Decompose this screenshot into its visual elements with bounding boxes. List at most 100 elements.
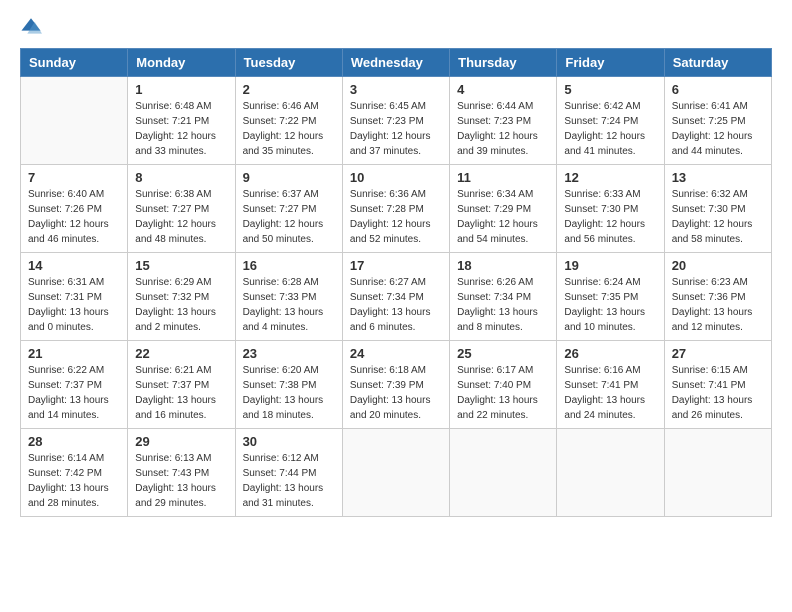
day-number: 19 — [564, 258, 656, 273]
day-number: 4 — [457, 82, 549, 97]
day-number: 5 — [564, 82, 656, 97]
day-number: 16 — [243, 258, 335, 273]
calendar-cell: 17 Sunrise: 6:27 AMSunset: 7:34 PMDayligh… — [342, 253, 449, 341]
day-number: 18 — [457, 258, 549, 273]
calendar-cell: 9 Sunrise: 6:37 AMSunset: 7:27 PMDaylight… — [235, 165, 342, 253]
col-header-thursday: Thursday — [450, 49, 557, 77]
day-info: Sunrise: 6:27 AMSunset: 7:34 PMDaylight:… — [350, 275, 442, 335]
day-info: Sunrise: 6:29 AMSunset: 7:32 PMDaylight:… — [135, 275, 227, 335]
day-info: Sunrise: 6:41 AMSunset: 7:25 PMDaylight:… — [672, 99, 764, 159]
day-info: Sunrise: 6:15 AMSunset: 7:41 PMDaylight:… — [672, 363, 764, 423]
calendar-cell: 2 Sunrise: 6:46 AMSunset: 7:22 PMDaylight… — [235, 77, 342, 165]
day-number: 27 — [672, 346, 764, 361]
day-number: 30 — [243, 434, 335, 449]
day-number: 21 — [28, 346, 120, 361]
day-number: 29 — [135, 434, 227, 449]
day-number: 13 — [672, 170, 764, 185]
day-info: Sunrise: 6:33 AMSunset: 7:30 PMDaylight:… — [564, 187, 656, 247]
day-number: 26 — [564, 346, 656, 361]
calendar-cell: 14 Sunrise: 6:31 AMSunset: 7:31 PMDayligh… — [21, 253, 128, 341]
page: SundayMondayTuesdayWednesdayThursdayFrid… — [0, 0, 792, 527]
day-number: 11 — [457, 170, 549, 185]
day-info: Sunrise: 6:32 AMSunset: 7:30 PMDaylight:… — [672, 187, 764, 247]
calendar-cell: 30 Sunrise: 6:12 AMSunset: 7:44 PMDayligh… — [235, 429, 342, 517]
calendar-cell: 23 Sunrise: 6:20 AMSunset: 7:38 PMDayligh… — [235, 341, 342, 429]
day-number: 22 — [135, 346, 227, 361]
day-info: Sunrise: 6:23 AMSunset: 7:36 PMDaylight:… — [672, 275, 764, 335]
calendar-cell: 15 Sunrise: 6:29 AMSunset: 7:32 PMDayligh… — [128, 253, 235, 341]
calendar-cell: 22 Sunrise: 6:21 AMSunset: 7:37 PMDayligh… — [128, 341, 235, 429]
day-info: Sunrise: 6:34 AMSunset: 7:29 PMDaylight:… — [457, 187, 549, 247]
calendar-cell: 28Sunrise: 6:14 AMSunset: 7:42 PMDayligh… — [21, 429, 128, 517]
calendar-table: SundayMondayTuesdayWednesdayThursdayFrid… — [20, 48, 772, 517]
day-info: Sunrise: 6:45 AMSunset: 7:23 PMDaylight:… — [350, 99, 442, 159]
day-info: Sunrise: 6:12 AMSunset: 7:44 PMDaylight:… — [243, 451, 335, 511]
calendar-cell — [557, 429, 664, 517]
day-info: Sunrise: 6:40 AMSunset: 7:26 PMDaylight:… — [28, 187, 120, 247]
day-info: Sunrise: 6:48 AMSunset: 7:21 PMDaylight:… — [135, 99, 227, 159]
day-number: 25 — [457, 346, 549, 361]
calendar-cell: 3 Sunrise: 6:45 AMSunset: 7:23 PMDaylight… — [342, 77, 449, 165]
day-info: Sunrise: 6:42 AMSunset: 7:24 PMDaylight:… — [564, 99, 656, 159]
day-info: Sunrise: 6:28 AMSunset: 7:33 PMDaylight:… — [243, 275, 335, 335]
day-info: Sunrise: 6:17 AMSunset: 7:40 PMDaylight:… — [457, 363, 549, 423]
day-info: Sunrise: 6:21 AMSunset: 7:37 PMDaylight:… — [135, 363, 227, 423]
day-info: Sunrise: 6:36 AMSunset: 7:28 PMDaylight:… — [350, 187, 442, 247]
calendar-cell — [21, 77, 128, 165]
calendar-cell: 20 Sunrise: 6:23 AMSunset: 7:36 PMDayligh… — [664, 253, 771, 341]
calendar-cell: 25 Sunrise: 6:17 AMSunset: 7:40 PMDayligh… — [450, 341, 557, 429]
day-number: 2 — [243, 82, 335, 97]
day-number: 20 — [672, 258, 764, 273]
col-header-sunday: Sunday — [21, 49, 128, 77]
col-header-saturday: Saturday — [664, 49, 771, 77]
calendar-cell: 8 Sunrise: 6:38 AMSunset: 7:27 PMDaylight… — [128, 165, 235, 253]
day-info: Sunrise: 6:38 AMSunset: 7:27 PMDaylight:… — [135, 187, 227, 247]
day-info: Sunrise: 6:16 AMSunset: 7:41 PMDaylight:… — [564, 363, 656, 423]
day-number: 6 — [672, 82, 764, 97]
day-info: Sunrise: 6:46 AMSunset: 7:22 PMDaylight:… — [243, 99, 335, 159]
day-number: 17 — [350, 258, 442, 273]
calendar-cell — [450, 429, 557, 517]
logo-icon — [20, 16, 42, 38]
calendar-cell: 27 Sunrise: 6:15 AMSunset: 7:41 PMDayligh… — [664, 341, 771, 429]
day-number: 14 — [28, 258, 120, 273]
day-number: 1 — [135, 82, 227, 97]
day-number: 8 — [135, 170, 227, 185]
day-number: 3 — [350, 82, 442, 97]
day-number: 12 — [564, 170, 656, 185]
day-number: 24 — [350, 346, 442, 361]
calendar-cell: 10 Sunrise: 6:36 AMSunset: 7:28 PMDayligh… — [342, 165, 449, 253]
calendar-cell: 29Sunrise: 6:13 AMSunset: 7:43 PMDayligh… — [128, 429, 235, 517]
calendar-cell: 4 Sunrise: 6:44 AMSunset: 7:23 PMDaylight… — [450, 77, 557, 165]
calendar-cell: 6 Sunrise: 6:41 AMSunset: 7:25 PMDaylight… — [664, 77, 771, 165]
calendar-cell: 12 Sunrise: 6:33 AMSunset: 7:30 PMDayligh… — [557, 165, 664, 253]
calendar-cell: 16 Sunrise: 6:28 AMSunset: 7:33 PMDayligh… — [235, 253, 342, 341]
col-header-wednesday: Wednesday — [342, 49, 449, 77]
calendar-cell: 11 Sunrise: 6:34 AMSunset: 7:29 PMDayligh… — [450, 165, 557, 253]
calendar-cell — [664, 429, 771, 517]
day-number: 7 — [28, 170, 120, 185]
col-header-friday: Friday — [557, 49, 664, 77]
calendar-cell: 21 Sunrise: 6:22 AMSunset: 7:37 PMDayligh… — [21, 341, 128, 429]
day-number: 15 — [135, 258, 227, 273]
header — [20, 16, 772, 38]
day-info: Sunrise: 6:22 AMSunset: 7:37 PMDaylight:… — [28, 363, 120, 423]
calendar-cell: 13 Sunrise: 6:32 AMSunset: 7:30 PMDayligh… — [664, 165, 771, 253]
day-info: Sunrise: 6:44 AMSunset: 7:23 PMDaylight:… — [457, 99, 549, 159]
day-number: 23 — [243, 346, 335, 361]
day-info: Sunrise: 6:37 AMSunset: 7:27 PMDaylight:… — [243, 187, 335, 247]
day-number: 10 — [350, 170, 442, 185]
day-number: 28 — [28, 434, 120, 449]
calendar-cell: 19 Sunrise: 6:24 AMSunset: 7:35 PMDayligh… — [557, 253, 664, 341]
day-info: Sunrise: 6:20 AMSunset: 7:38 PMDaylight:… — [243, 363, 335, 423]
calendar-cell: 1 Sunrise: 6:48 AMSunset: 7:21 PMDaylight… — [128, 77, 235, 165]
calendar-cell: 7 Sunrise: 6:40 AMSunset: 7:26 PMDaylight… — [21, 165, 128, 253]
day-number: 9 — [243, 170, 335, 185]
calendar-cell: 26 Sunrise: 6:16 AMSunset: 7:41 PMDayligh… — [557, 341, 664, 429]
col-header-monday: Monday — [128, 49, 235, 77]
calendar-cell — [342, 429, 449, 517]
day-info: Sunrise: 6:31 AMSunset: 7:31 PMDaylight:… — [28, 275, 120, 335]
logo — [20, 16, 46, 38]
day-info: Sunrise: 6:24 AMSunset: 7:35 PMDaylight:… — [564, 275, 656, 335]
calendar-cell: 24Sunrise: 6:18 AMSunset: 7:39 PMDayligh… — [342, 341, 449, 429]
